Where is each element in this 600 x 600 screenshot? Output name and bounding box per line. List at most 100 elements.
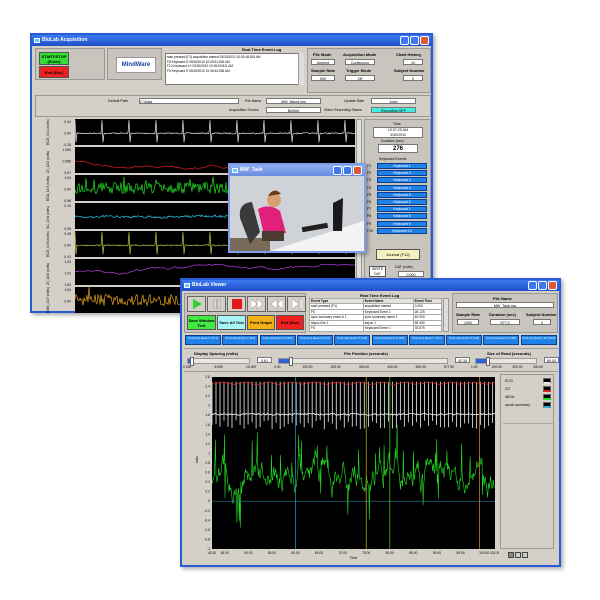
skip-end-button[interactable] bbox=[287, 296, 306, 312]
close-icon[interactable] bbox=[548, 281, 557, 290]
pause-button[interactable] bbox=[207, 296, 226, 312]
keyboard-event-button[interactable]: Keyboard 5 bbox=[377, 191, 427, 198]
post-event-button[interactable]: Post-Arq Event 7 (F7) bbox=[408, 335, 445, 345]
minimize-icon[interactable] bbox=[400, 36, 409, 45]
post-event-button[interactable]: Post-Arq Event 5 (F5) bbox=[334, 335, 371, 345]
viewer-title-bar[interactable]: BioLab Viewer bbox=[182, 280, 559, 291]
minimize-icon[interactable] bbox=[333, 166, 342, 175]
event-log-table[interactable]: Event Type Event Name Event Time start pres… bbox=[309, 298, 443, 332]
legend-swatch[interactable] bbox=[543, 394, 551, 400]
keyboard-event-button[interactable]: Keyboard 7 bbox=[377, 206, 427, 213]
keyboard-event-button[interactable]: Keyboard 4 bbox=[377, 184, 427, 191]
dat-value-field[interactable]: 0.000 bbox=[398, 271, 424, 277]
y-tick-label: -0.6 bbox=[204, 528, 210, 532]
post-event-button[interactable]: Post-Arq Event 4 (F4) bbox=[296, 335, 333, 345]
stop-button[interactable] bbox=[227, 296, 246, 312]
legend-swatch[interactable] bbox=[543, 386, 551, 392]
maximize-icon[interactable] bbox=[538, 281, 547, 290]
keyboard-event-button[interactable]: Keyboard 9 bbox=[377, 220, 427, 227]
minimize-icon[interactable] bbox=[528, 281, 537, 290]
cursor-tool-icon[interactable] bbox=[508, 552, 514, 558]
tick-label: 0.00 bbox=[64, 132, 71, 136]
table-cell: Keyboard Event 1 bbox=[362, 325, 414, 332]
event-log[interactable]: start pressed (F1) acquisition started 0… bbox=[165, 53, 303, 85]
viewer-window: BioLab Viewer Save Window Text Save All … bbox=[180, 278, 561, 567]
keyboard-event-button[interactable]: Keyboard 3 bbox=[377, 177, 427, 184]
post-event-button[interactable]: Post-Arq Event 6 (F6) bbox=[371, 335, 408, 345]
file-name-field[interactable]: MW_Mixed.mw bbox=[266, 98, 321, 104]
acquisition-mode-field[interactable]: Continuous bbox=[345, 59, 375, 65]
exit-button[interactable]: Exit (Esc) bbox=[39, 66, 69, 78]
size-of-read-slider[interactable] bbox=[475, 357, 537, 366]
subject-number-label: Subject Number bbox=[526, 312, 557, 317]
journal-button[interactable]: Journal (F12) bbox=[376, 249, 420, 260]
play-button[interactable] bbox=[187, 296, 206, 312]
tick-label: 1.02 bbox=[64, 272, 71, 276]
close-icon[interactable] bbox=[353, 166, 362, 175]
channel-label: SC_Ch4 (volts) bbox=[46, 206, 50, 229]
keyboard-event-button[interactable]: Keyboard 1 bbox=[377, 163, 427, 169]
rewind-button[interactable] bbox=[267, 296, 286, 312]
event-log-scrollbar[interactable] bbox=[298, 53, 304, 85]
x-tick-label: 100.00 bbox=[479, 551, 489, 555]
key-label: F2 bbox=[367, 171, 372, 176]
keyboard-event-button[interactable]: Keyboard 2 bbox=[377, 170, 427, 177]
video-title: MW_Task bbox=[240, 167, 263, 173]
subject-number-field[interactable]: 0 bbox=[403, 75, 423, 81]
video-title-bar[interactable]: MW_Task bbox=[230, 165, 364, 176]
fast-forward-button[interactable] bbox=[247, 296, 266, 312]
post-event-button[interactable]: Post-Arq Event 3 (F3) bbox=[259, 335, 296, 345]
post-event-button[interactable]: Post-Arq Event 9 (F9) bbox=[483, 335, 520, 345]
file-mode-field[interactable]: Append bbox=[311, 59, 335, 65]
pan-tool-icon[interactable] bbox=[522, 552, 528, 558]
size-of-read-field[interactable]: 60.00 bbox=[544, 357, 559, 363]
keyboard-event-button[interactable]: Keyboard 8 bbox=[377, 213, 427, 220]
keyboard-event-button[interactable]: Keyboard 6 bbox=[377, 199, 427, 205]
file-position-field[interactable]: 42.30 bbox=[455, 357, 470, 363]
post-event-button[interactable]: Post-Arq Event 10 (F10) bbox=[520, 335, 557, 345]
table-row[interactable]: start pressed (F1) acquisition started 0.0… bbox=[309, 303, 443, 310]
event-log-scrollbar[interactable] bbox=[443, 298, 449, 332]
display-spacing-field[interactable]: 0.61 bbox=[257, 357, 272, 363]
event-log-title: Real Time Event Log bbox=[242, 47, 282, 52]
post-event-button[interactable]: Post-Arq Event 2 (F2) bbox=[222, 335, 259, 345]
slider-tick-label: 0.00 bbox=[274, 365, 281, 369]
post-event-button[interactable]: Post-Arq Event 1 (F1) bbox=[185, 335, 221, 345]
exit-button[interactable]: Exit (Esc) bbox=[276, 315, 304, 330]
title-bar[interactable]: BioLab Acquisition bbox=[32, 35, 431, 46]
save-window-text-button[interactable]: Save Window Text bbox=[187, 315, 216, 330]
duration-value: 276 bbox=[378, 144, 418, 153]
slider-tick-label: 1.00 bbox=[471, 365, 478, 369]
start-stop-button[interactable]: START/STOP (Enter) bbox=[39, 52, 69, 65]
legend-swatch[interactable] bbox=[543, 402, 551, 408]
keyboard-event-button[interactable]: Keyboard 10 bbox=[377, 227, 427, 234]
save-all-text-button[interactable]: Save All Text bbox=[217, 315, 246, 330]
table-row[interactable]: F5 Keyboard Event 1 78.875 bbox=[309, 325, 443, 332]
display-spacing-slider[interactable] bbox=[187, 357, 250, 366]
y-tick-label: -0.8 bbox=[204, 537, 210, 541]
close-icon[interactable] bbox=[420, 36, 429, 45]
status-panel: Time 10:07:25 AM 3/30/2010 Duration (sec)… bbox=[364, 119, 431, 284]
sample-rate-field[interactable]: 500 bbox=[311, 75, 335, 81]
x-tick-label: 55.00 bbox=[268, 551, 276, 555]
file-position-slider[interactable] bbox=[278, 357, 448, 366]
x-tick-label: 65.00 bbox=[315, 551, 323, 555]
sample-rate-label: Sample Rate bbox=[456, 312, 481, 317]
date-value: 3/30/2010 bbox=[390, 133, 406, 137]
maximize-icon[interactable] bbox=[343, 166, 352, 175]
default-path-field[interactable]: C:\Data bbox=[139, 98, 239, 104]
post-event-button[interactable]: Post-Arq Event 8 (F8) bbox=[446, 335, 483, 345]
print-graph-button[interactable]: Print Graph bbox=[247, 315, 275, 330]
y-tick-label: 2.4 bbox=[205, 385, 210, 389]
channel-label: ECG_Ch1 (volts) bbox=[46, 119, 50, 145]
write-dat-button[interactable]: WRITE DAT bbox=[369, 266, 386, 277]
legend-swatch[interactable] bbox=[543, 378, 551, 384]
update-rate-field[interactable]: 1/sec bbox=[371, 98, 416, 104]
maximize-icon[interactable] bbox=[410, 36, 419, 45]
trigger-mode-field[interactable]: Off bbox=[345, 75, 375, 81]
zoom-tool-icon[interactable] bbox=[515, 552, 521, 558]
slider-tick-label: 577.90 bbox=[444, 365, 455, 369]
table-row[interactable]: sync summary event # 1 sync summary name … bbox=[309, 314, 443, 321]
chart-history-field[interactable]: 10 bbox=[403, 59, 423, 65]
legend-item: ECG bbox=[503, 378, 553, 386]
